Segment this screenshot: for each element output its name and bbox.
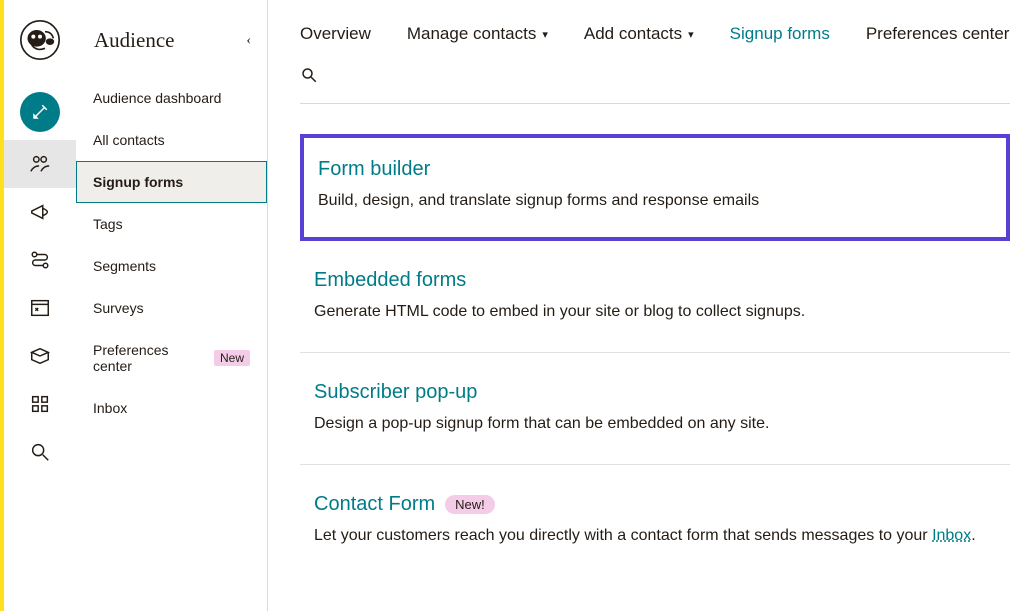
card-embedded-forms[interactable]: Embedded forms Generate HTML code to emb… (300, 241, 1010, 353)
tab-manage-contacts[interactable]: Manage contacts ▾ (407, 24, 548, 44)
sidebar-item-label: Segments (93, 258, 156, 274)
rail-search-icon[interactable] (4, 428, 76, 476)
search-icon[interactable] (300, 71, 318, 88)
tab-preferences-center[interactable]: Preferences center (866, 24, 1010, 44)
tab-label: Signup forms (730, 24, 830, 44)
create-button[interactable] (20, 92, 60, 132)
new-badge: New (214, 350, 250, 366)
tab-signup-forms[interactable]: Signup forms (730, 24, 830, 44)
new-badge: New! (445, 495, 495, 514)
rail-integrations-icon[interactable] (4, 380, 76, 428)
tab-bar: Overview Manage contacts▾ Add contacts▾ … (300, 24, 1010, 44)
card-title[interactable]: Contact Form New! (314, 493, 495, 516)
brand-logo[interactable] (18, 18, 62, 62)
sidebar-title: Audience (94, 28, 174, 53)
rail-content-icon[interactable] (4, 332, 76, 380)
sidebar-item-label: Preferences center (93, 342, 208, 374)
card-title[interactable]: Subscriber pop-up (314, 381, 477, 404)
sidebar-item-signup-forms[interactable]: Signup forms (76, 161, 267, 203)
sidebar-item-segments[interactable]: Segments (76, 245, 267, 287)
sidebar-item-label: Audience dashboard (93, 90, 221, 106)
sidebar-item-inbox[interactable]: Inbox (76, 387, 267, 429)
sidebar-item-label: Inbox (93, 400, 127, 416)
icon-rail (4, 0, 76, 611)
sidebar-header: Audience ‹ (76, 0, 267, 77)
rail-automations-icon[interactable] (4, 236, 76, 284)
collapse-sidebar-icon[interactable]: ‹ (246, 33, 251, 49)
tab-add-contacts[interactable]: Add contacts ▾ (584, 24, 694, 44)
card-title[interactable]: Form builder (318, 158, 430, 181)
card-form-builder[interactable]: Form builder Build, design, and translat… (300, 134, 1010, 241)
tab-label: Overview (300, 24, 371, 44)
sidebar-item-preferences[interactable]: Preferences center New (76, 329, 267, 387)
card-description: Generate HTML code to embed in your site… (314, 300, 996, 324)
main-content: Overview Manage contacts▾ Add contacts▾ … (268, 0, 1026, 611)
sidebar-nav: Audience dashboard All contacts Signup f… (76, 77, 267, 429)
sidebar-item-tags[interactable]: Tags (76, 203, 267, 245)
tab-label: Preferences center (866, 24, 1010, 44)
tab-label: Add contacts (584, 24, 682, 44)
card-description: Build, design, and translate signup form… (318, 189, 992, 213)
search-row (300, 66, 1010, 104)
chevron-down-icon: ▾ (542, 28, 548, 41)
tab-label: Manage contacts (407, 24, 536, 44)
sidebar-item-dashboard[interactable]: Audience dashboard (76, 77, 267, 119)
sidebar: Audience ‹ Audience dashboard All contac… (76, 0, 268, 611)
inbox-link[interactable]: Inbox (932, 527, 971, 544)
chevron-down-icon: ▾ (688, 28, 694, 41)
rail-website-icon[interactable] (4, 284, 76, 332)
cards-list: Form builder Build, design, and translat… (300, 134, 1010, 576)
card-description: Design a pop-up signup form that can be … (314, 412, 996, 436)
sidebar-item-label: Tags (93, 216, 123, 232)
card-description: Let your customers reach you directly wi… (314, 524, 996, 548)
sidebar-item-label: All contacts (93, 132, 165, 148)
sidebar-item-label: Signup forms (93, 174, 183, 190)
card-contact-form[interactable]: Contact Form New! Let your customers rea… (300, 465, 1010, 576)
sidebar-item-label: Surveys (93, 300, 144, 316)
rail-campaigns-icon[interactable] (4, 188, 76, 236)
card-title[interactable]: Embedded forms (314, 269, 466, 292)
card-subscriber-popup[interactable]: Subscriber pop-up Design a pop-up signup… (300, 353, 1010, 465)
rail-audience-icon[interactable] (4, 140, 76, 188)
sidebar-item-surveys[interactable]: Surveys (76, 287, 267, 329)
tab-overview[interactable]: Overview (300, 24, 371, 44)
sidebar-item-contacts[interactable]: All contacts (76, 119, 267, 161)
